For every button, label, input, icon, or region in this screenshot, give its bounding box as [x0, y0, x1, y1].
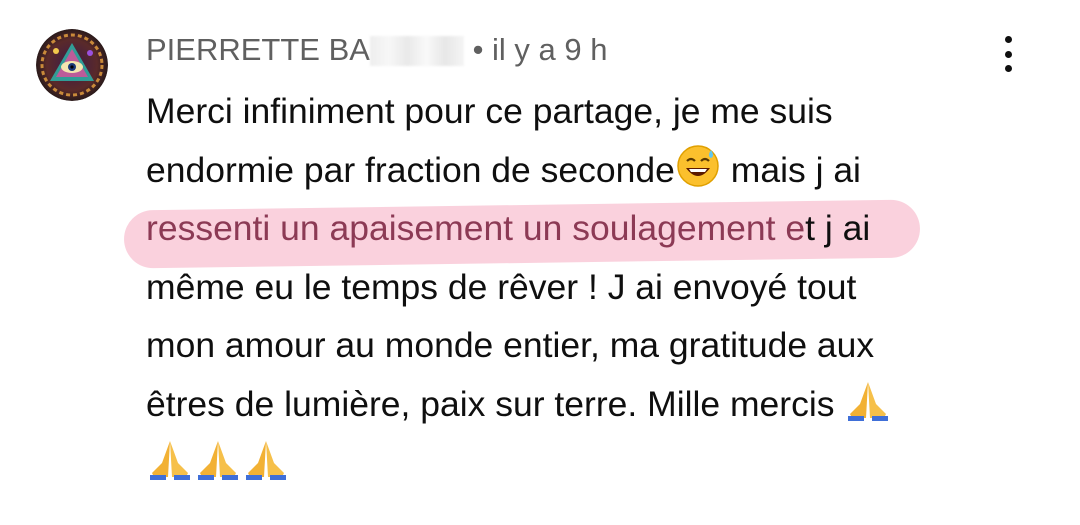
psychedelic-eye-avatar-icon: [36, 29, 108, 101]
comment-line-3: ressenti un apaisement un soulagement et…: [146, 208, 871, 249]
folded-hands-emoji-icon: [194, 437, 242, 499]
comment-line-6: êtres de lumière, paix sur terre. Mille …: [146, 375, 892, 434]
author-name[interactable]: PIERRETTE BA: [146, 32, 370, 67]
comment-line-4: même eu le temps de rêver ! J ai envoyé …: [146, 266, 857, 307]
grinning-face-with-sweat-emoji-icon: [675, 144, 721, 206]
avatar[interactable]: [36, 29, 108, 101]
redacted-name-blur: [369, 36, 464, 66]
comment-text: Merci infiniment pour ce partage, je me …: [146, 82, 892, 492]
highlighted-text: ressenti un apaisement un soulagement e: [146, 208, 806, 249]
comment-timestamp[interactable]: il y a 9 h: [492, 32, 607, 67]
comment-line-2: endormie par fraction de seconde mais j …: [146, 141, 892, 200]
folded-hands-emoji-icon: [146, 437, 194, 499]
more-vertical-icon[interactable]: [993, 36, 1023, 72]
comment-line-7: [146, 434, 892, 493]
comment-header: PIERRETTE BA • il y a 9 h: [146, 32, 608, 68]
folded-hands-emoji-icon: [844, 378, 892, 440]
comment-line-1: Merci infiniment pour ce partage, je me …: [146, 91, 833, 131]
comment-line-5: mon amour au monde entier, ma gratitude …: [146, 325, 875, 366]
separator-dot: •: [472, 32, 484, 67]
folded-hands-emoji-icon: [242, 437, 290, 499]
